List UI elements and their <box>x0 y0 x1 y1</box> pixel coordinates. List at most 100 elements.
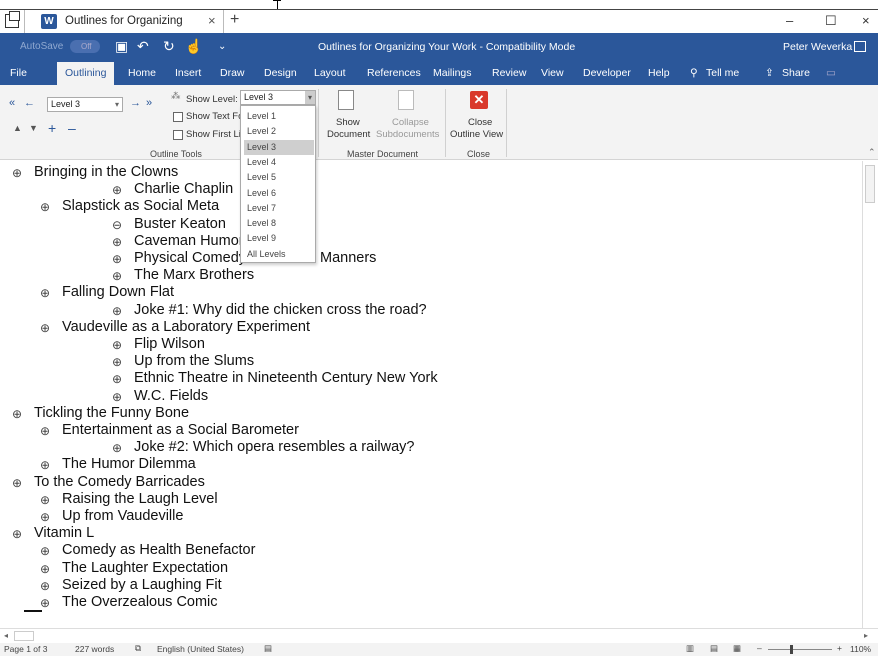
show-document-icon[interactable] <box>338 90 354 110</box>
dropdown-option-level-8[interactable]: Level 8 <box>244 216 314 231</box>
touch-mode-icon[interactable]: ☝ <box>185 38 202 55</box>
read-mode-icon[interactable]: ▥ <box>686 643 694 654</box>
dropdown-option-all-levels[interactable]: All Levels <box>244 247 314 262</box>
expand-heading-icon[interactable]: ⊕ <box>112 372 122 386</box>
expand-heading-icon[interactable]: ⊕ <box>40 544 50 558</box>
outline-heading[interactable]: Up from Vaudeville <box>62 508 183 524</box>
move-up-icon[interactable]: ▲ <box>13 123 22 133</box>
print-layout-icon[interactable]: ▤ <box>710 643 718 654</box>
outline-heading[interactable]: Bringing in the Clowns <box>34 164 178 180</box>
zoom-slider-thumb[interactable] <box>790 645 793 654</box>
tab-close-icon[interactable]: × <box>208 13 216 28</box>
zoom-slider[interactable] <box>768 649 832 650</box>
dropdown-option-level-7[interactable]: Level 7 <box>244 201 314 216</box>
horizontal-scroll-thumb[interactable] <box>14 631 34 641</box>
outline-heading[interactable]: Seized by a Laughing Fit <box>62 577 222 593</box>
browser-tab[interactable]: W Outlines for Organizing × <box>24 10 224 34</box>
minimize-button[interactable]: – <box>786 13 793 28</box>
promote-to-heading1-icon[interactable]: « <box>9 97 15 109</box>
redo-icon[interactable]: ↻ <box>163 38 175 55</box>
tab-developer[interactable]: Developer <box>583 67 631 79</box>
close-outline-view-icon[interactable]: ✕ <box>470 91 488 109</box>
scroll-right-icon[interactable]: ▸ <box>864 631 868 640</box>
expand-heading-icon[interactable]: ⊕ <box>40 579 50 593</box>
collapse-icon[interactable]: – <box>68 120 76 136</box>
demote-to-body-icon[interactable]: » <box>146 97 152 109</box>
zoom-level[interactable]: 110% <box>850 644 871 654</box>
tab-file[interactable]: File <box>10 67 27 79</box>
dropdown-option-level-9[interactable]: Level 9 <box>244 231 314 246</box>
outline-heading[interactable]: Vitamin L <box>34 525 94 541</box>
expand-heading-icon[interactable]: ⊕ <box>112 355 122 369</box>
collapse-ribbon-icon[interactable]: ⌃ <box>868 147 876 158</box>
expand-heading-icon[interactable]: ⊕ <box>112 269 122 283</box>
user-name[interactable]: Peter Weverka <box>783 41 852 53</box>
outline-heading[interactable]: W.C. Fields <box>134 388 208 404</box>
tab-references[interactable]: References <box>367 67 421 79</box>
zoom-in-icon[interactable]: + <box>837 643 842 653</box>
outline-level-combo[interactable]: Level 3 ▾ <box>47 97 123 112</box>
dropdown-option-level-4[interactable]: Level 4 <box>244 155 314 170</box>
proofing-icon[interactable]: ⧉ <box>135 643 141 654</box>
outline-heading[interactable]: To the Comedy Barricades <box>34 474 205 490</box>
outline-heading[interactable]: Vaudeville as a Laboratory Experiment <box>62 319 310 335</box>
tab-home[interactable]: Home <box>128 67 156 79</box>
expand-heading-icon[interactable]: ⊕ <box>112 235 122 249</box>
outline-heading[interactable]: Joke #1: Why did the chicken cross the r… <box>134 302 427 318</box>
dropdown-option-level-5[interactable]: Level 5 <box>244 170 314 185</box>
collapse-heading-icon[interactable]: ⊖ <box>112 218 122 232</box>
outline-heading[interactable]: Comedy as Health Benefactor <box>62 542 255 558</box>
dropdown-option-level-3[interactable]: Level 3 <box>244 139 314 155</box>
outline-heading[interactable]: Slapstick as Social Meta <box>62 198 219 214</box>
outline-heading[interactable]: The Overzealous Comic <box>62 594 218 610</box>
show-level-combo[interactable]: Level 3 ▾ <box>240 90 316 105</box>
outline-heading[interactable]: Physical Comedy <box>134 250 246 266</box>
expand-heading-icon[interactable]: ⊕ <box>112 390 122 404</box>
dropdown-option-level-2[interactable]: Level 2 <box>244 124 314 139</box>
expand-heading-icon[interactable]: ⊕ <box>40 424 50 438</box>
expand-heading-icon[interactable]: ⊕ <box>40 286 50 300</box>
tab-insert[interactable]: Insert <box>175 67 201 79</box>
scroll-left-icon[interactable]: ◂ <box>4 631 8 640</box>
dropdown-option-level-1[interactable]: Level 1 <box>244 109 314 124</box>
expand-heading-icon[interactable]: ⊕ <box>40 493 50 507</box>
dropdown-option-level-6[interactable]: Level 6 <box>244 186 314 201</box>
expand-icon[interactable]: + <box>48 120 56 136</box>
promote-icon[interactable]: ← <box>24 97 35 109</box>
tab-mailings[interactable]: Mailings <box>433 67 472 79</box>
outline-heading[interactable]: Ethnic Theatre in Nineteenth Century New… <box>134 370 438 386</box>
language[interactable]: English (United States) <box>157 644 244 654</box>
move-down-icon[interactable]: ▼ <box>29 123 38 133</box>
expand-heading-icon[interactable]: ⊕ <box>12 166 22 180</box>
expand-heading-icon[interactable]: ⊕ <box>112 441 122 455</box>
outline-heading[interactable]: Entertainment as a Social Barometer <box>62 422 299 438</box>
collapse-subdocuments-icon[interactable] <box>398 90 414 110</box>
outline-heading[interactable]: Raising the Laugh Level <box>62 491 218 507</box>
demote-icon[interactable]: → <box>130 97 141 109</box>
customize-toolbar-icon[interactable]: ⌄ <box>218 41 226 52</box>
tab-draw[interactable]: Draw <box>220 67 245 79</box>
outline-heading[interactable]: The Marx Brothers <box>134 267 254 283</box>
comments-icon[interactable]: ▭ <box>826 67 836 79</box>
page-count[interactable]: Page 1 of 3 <box>4 644 47 654</box>
vertical-scroll-thumb[interactable] <box>865 165 875 203</box>
outline-heading[interactable]: The Humor Dilemma <box>62 456 196 472</box>
expand-heading-icon[interactable]: ⊕ <box>40 562 50 576</box>
outline-heading[interactable]: Falling Down Flat <box>62 284 174 300</box>
expand-heading-icon[interactable]: ⊕ <box>112 338 122 352</box>
tab-layout[interactable]: Layout <box>314 67 346 79</box>
outline-heading[interactable]: Charlie Chaplin <box>134 181 233 197</box>
dropdown-arrow-icon[interactable]: ▾ <box>305 91 315 104</box>
outline-heading[interactable]: Buster Keaton <box>134 216 226 232</box>
macro-icon[interactable]: ▤ <box>264 643 272 654</box>
outline-heading[interactable]: Caveman Humor <box>134 233 244 249</box>
ribbon-display-icon[interactable] <box>854 41 866 52</box>
web-layout-icon[interactable]: ▦ <box>733 643 741 654</box>
outline-heading[interactable]: Tickling the Funny Bone <box>34 405 189 421</box>
outline-heading[interactable]: Flip Wilson <box>134 336 205 352</box>
expand-heading-icon[interactable]: ⊕ <box>40 200 50 214</box>
lightbulb-search-icon[interactable]: ⚲ <box>690 67 698 79</box>
tab-outlining[interactable]: Outlining <box>57 62 115 85</box>
outline-heading[interactable]: The Laughter Expectation <box>62 560 228 576</box>
expand-heading-icon[interactable]: ⊕ <box>112 304 122 318</box>
